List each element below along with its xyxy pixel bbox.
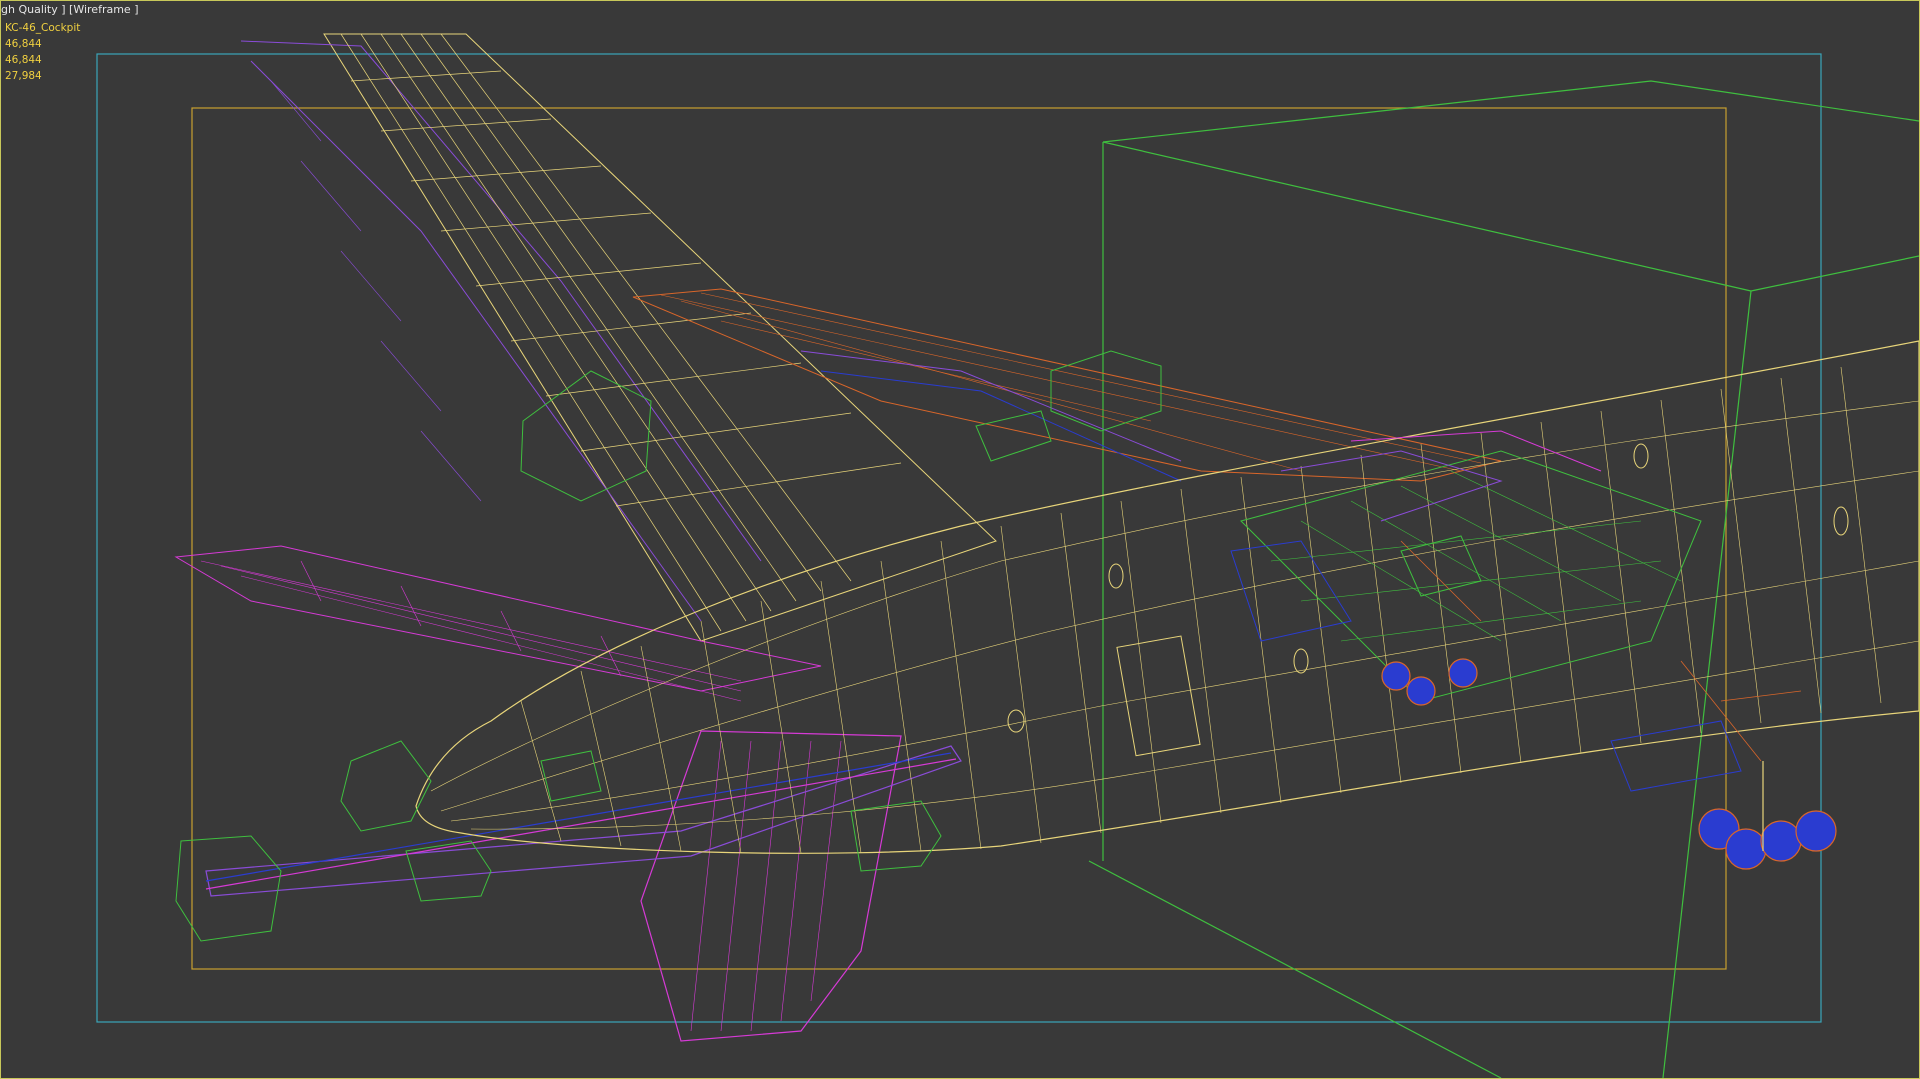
stats-object-name: KC-46_Cockpit (5, 22, 81, 34)
refueling-boom-wireframe (205, 745, 962, 897)
viewport-quality-label[interactable]: gh Quality ] (1, 3, 66, 16)
fuselage-wireframe (415, 340, 1919, 854)
vertical-fin-wireframe (240, 33, 997, 642)
viewport-mode-label[interactable]: [Wireframe ] (69, 3, 138, 16)
stats-polys: 46,844 (5, 38, 42, 50)
safe-frame-outer (96, 53, 1822, 1023)
perspective-viewport[interactable]: gh Quality ] [Wireframe ] KC-46_Cockpit … (0, 0, 1920, 1079)
stats-tris: 46,844 (5, 54, 42, 66)
horizontal-stabilizer-wireframe (174, 545, 902, 1042)
safe-frame-inner (191, 107, 1727, 970)
landing-gear-wireframe (1381, 658, 1837, 870)
scene-bounding-box (1088, 80, 1919, 1078)
stats-verts: 27,984 (5, 70, 42, 82)
viewport-label[interactable]: gh Quality ] [Wireframe ] (1, 3, 138, 16)
wireframe-scene[interactable] (1, 1, 1919, 1078)
scene-statistics: KC-46_Cockpit 46,844 46,844 27,984 (5, 20, 80, 84)
